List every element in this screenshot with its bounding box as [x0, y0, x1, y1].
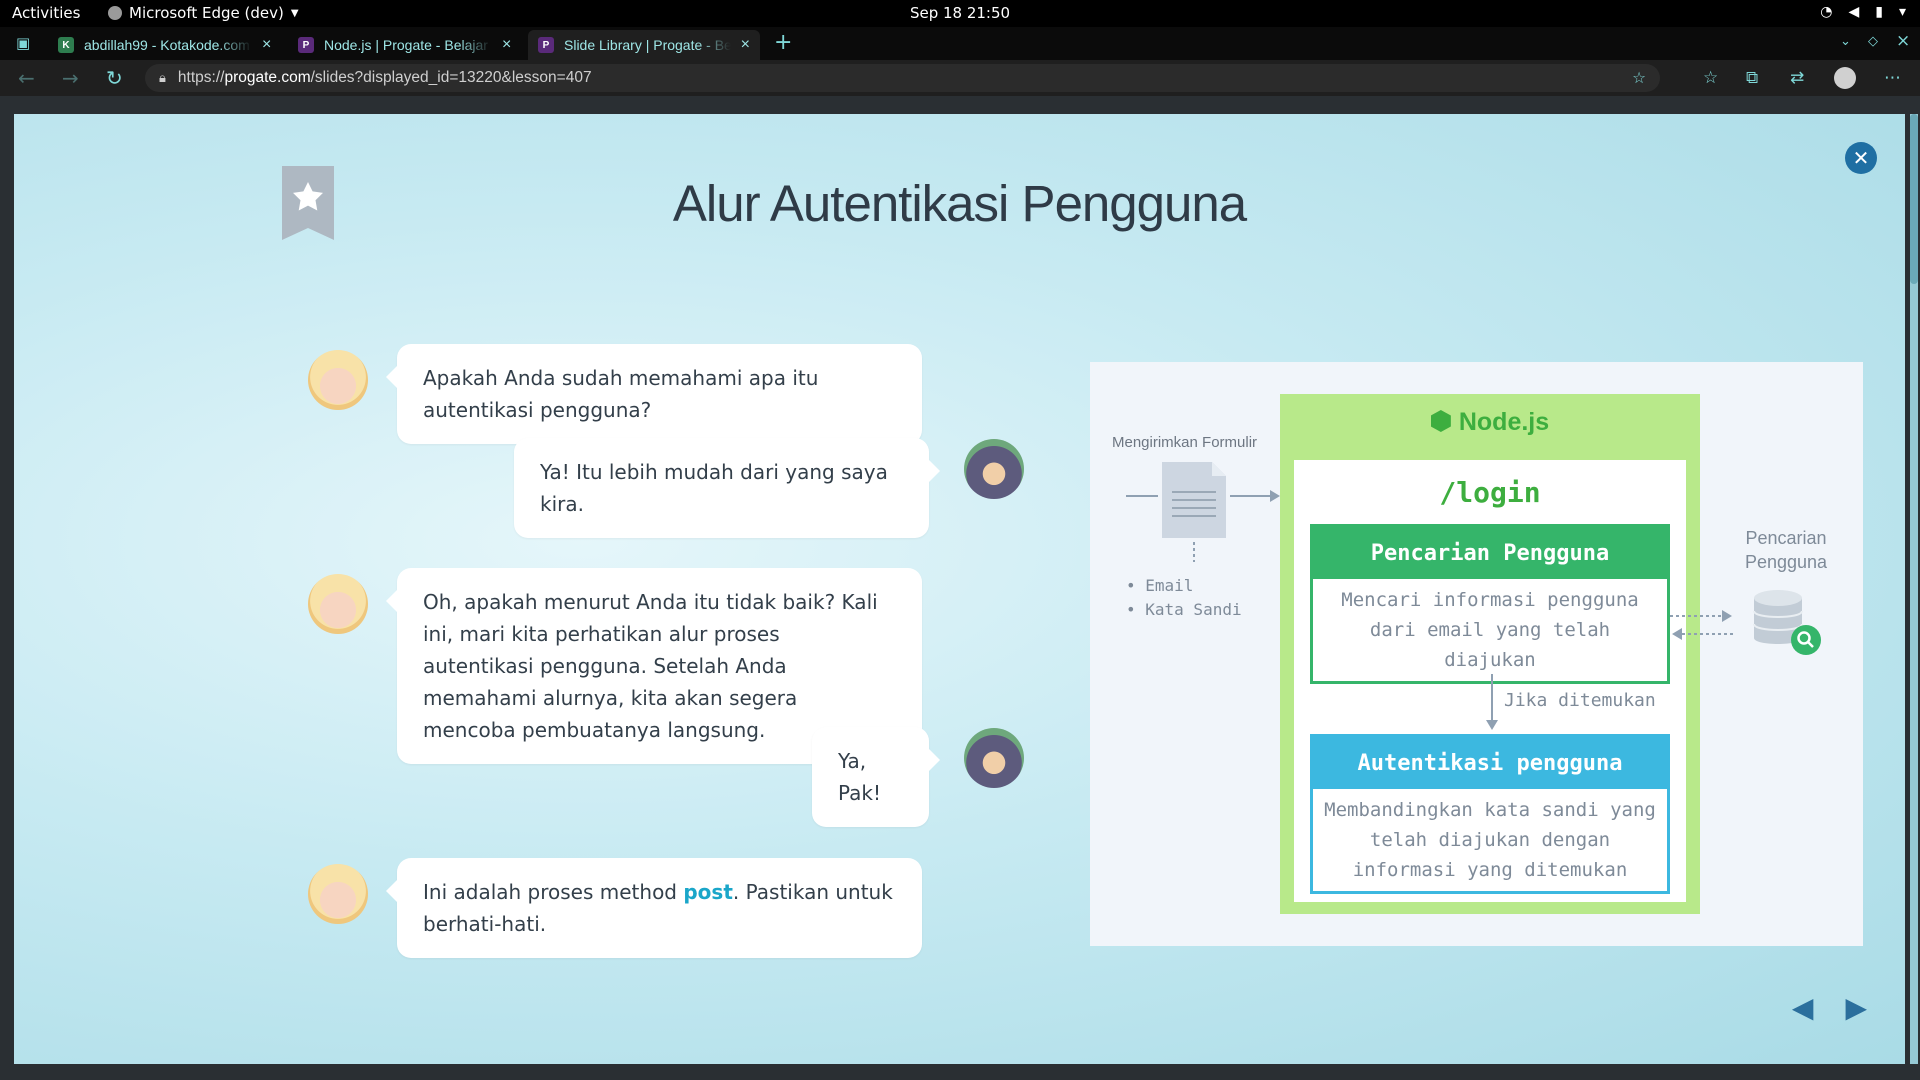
new-tab-icon[interactable]: +	[774, 30, 792, 55]
teacher-sheep-avatar	[308, 864, 368, 924]
tab-strip: ▣ K abdillah99 - Kotakode.com × P Node.j…	[0, 27, 1920, 60]
triangle-left-icon[interactable]: ◀	[1792, 991, 1814, 1024]
slide-title: Alur Autentikasi Pengguna	[672, 175, 1247, 232]
user-search-desc: Mencari informasi pengguna dari email ya…	[1341, 589, 1639, 671]
form-submit-label: Mengirimkan Formulir	[1112, 434, 1258, 451]
nodejs-hexagon-icon	[1430, 410, 1451, 432]
close-icon[interactable]: ✕	[1845, 142, 1877, 174]
share-icon[interactable]: ⇄	[1790, 68, 1804, 88]
profile-avatar[interactable]	[1834, 67, 1856, 89]
user-auth-desc: Membandingkan kata sandi yang telah diaj…	[1324, 799, 1656, 881]
address-field[interactable]: 🔒︎ https://progate.com/slides?displayed_…	[145, 64, 1660, 92]
teacher-sheep-avatar	[308, 350, 368, 410]
user-search-step: Pencarian Pengguna Mencari informasi pen…	[1310, 524, 1670, 684]
user-search-title: Pencarian Pengguna	[1313, 527, 1667, 579]
page-scrollbar[interactable]	[1910, 114, 1918, 1064]
post-keyword: post	[683, 880, 733, 904]
scrollbar-thumb[interactable]	[1910, 114, 1918, 284]
system-tray[interactable]: ◔ ◀ ▮ ▾	[1820, 4, 1906, 20]
caret-down-icon: ▼	[290, 7, 299, 19]
db-query-arrows-icon	[1670, 610, 1734, 640]
form-fields-list: • Email • Kata Sandi	[1126, 574, 1242, 622]
edge-icon	[108, 6, 122, 20]
address-toolbar: ← → ↻ 🔒︎ https://progate.com/slides?disp…	[0, 60, 1920, 96]
progate-favicon-icon: P	[298, 37, 314, 53]
back-icon[interactable]: ←	[18, 66, 35, 90]
tab-kotakode[interactable]: K abdillah99 - Kotakode.com ×	[48, 30, 281, 60]
student-ninja-avatar	[964, 439, 1024, 499]
teacher-sheep-avatar	[308, 574, 368, 634]
reload-icon[interactable]: ↻	[106, 66, 123, 90]
app-menu[interactable]: Microsoft Edge (dev) ▼	[108, 4, 299, 22]
user-auth-title: Autentikasi pengguna	[1313, 737, 1667, 789]
login-route-label: /login	[1439, 476, 1541, 509]
field-password: • Kata Sandi	[1126, 600, 1242, 619]
auth-flow-diagram: Mengirimkan Formulir • Email • Kata Sand…	[1090, 362, 1863, 946]
teacher-message: Apakah Anda sudah memahami apa itu auten…	[386, 344, 922, 444]
form-document-icon	[1126, 462, 1280, 562]
tab-title: Slide Library | Progate - Belajar	[564, 37, 731, 53]
activities-button[interactable]: Activities	[12, 4, 80, 22]
nodejs-server-box: Node.js /login Pencarian Pengguna Mencar…	[1280, 394, 1700, 914]
database-search-icon	[1753, 590, 1821, 655]
tab-nodejs-progate[interactable]: P Node.js | Progate - Belajar ×	[288, 30, 521, 60]
battery-icon: ▮	[1875, 4, 1883, 20]
url-text: https://progate.com/slides?displayed_id=…	[177, 69, 592, 86]
tab-title: Node.js | Progate - Belajar	[324, 37, 488, 53]
student-message: Ya! Itu lebih mudah dari yang saya kira.	[514, 438, 940, 538]
page-backdrop: Alur Autentikasi Pengguna ✕ Apakah Anda …	[0, 96, 1920, 1080]
tab-actions-icon[interactable]: ▣	[16, 34, 30, 52]
more-menu-icon[interactable]: ⋯	[1884, 68, 1901, 88]
nodejs-header: Node.js	[1280, 408, 1700, 437]
forward-icon[interactable]: →	[62, 66, 79, 90]
student-ninja-avatar	[964, 728, 1024, 788]
wifi-icon: ◔	[1820, 4, 1833, 20]
teacher-message: Ini adalah proses method post. Pastikan …	[386, 858, 922, 958]
system-top-bar: Activities Microsoft Edge (dev) ▼ Sep 18…	[0, 0, 1920, 27]
down-arrow-icon	[1486, 674, 1498, 730]
login-route-panel: /login Pencarian Pengguna Mencari inform…	[1294, 460, 1686, 902]
user-auth-step: Autentikasi pengguna Membandingkan kata …	[1310, 734, 1670, 894]
add-favorite-icon[interactable]: ☆	[1632, 69, 1646, 88]
kotakode-favicon-icon: K	[58, 37, 74, 53]
slide-modal: Alur Autentikasi Pengguna ✕ Apakah Anda …	[14, 114, 1905, 1064]
window-restore-icon[interactable]: ◇	[1868, 34, 1878, 49]
lock-icon: 🔒︎	[159, 70, 166, 85]
power-menu-icon: ▾	[1898, 4, 1906, 20]
close-tab-icon[interactable]: ×	[741, 36, 750, 54]
database-label: Pencarian Pengguna	[1744, 528, 1828, 572]
progate-favicon-icon: P	[538, 37, 554, 53]
close-tab-icon[interactable]: ×	[502, 36, 511, 54]
collections-icon[interactable]: ⧉	[1746, 68, 1758, 88]
slide-navigation: ◀ ▶	[1792, 991, 1867, 1024]
window-close-icon[interactable]: ×	[1896, 31, 1910, 51]
tab-search-icon[interactable]: ⌄	[1840, 34, 1851, 49]
tab-slide-library[interactable]: P Slide Library | Progate - Belajar ×	[528, 30, 760, 60]
field-email: • Email	[1126, 576, 1194, 595]
app-name: Microsoft Edge (dev)	[129, 4, 284, 22]
tab-title: abdillah99 - Kotakode.com	[84, 37, 250, 53]
close-tab-icon[interactable]: ×	[262, 36, 271, 54]
volume-icon: ◀	[1848, 4, 1860, 20]
favorites-icon[interactable]: ☆	[1703, 68, 1718, 88]
triangle-right-icon[interactable]: ▶	[1845, 991, 1867, 1024]
student-message: Ya, Pak!	[812, 727, 940, 827]
condition-label: Jika ditemukan	[1504, 690, 1656, 711]
